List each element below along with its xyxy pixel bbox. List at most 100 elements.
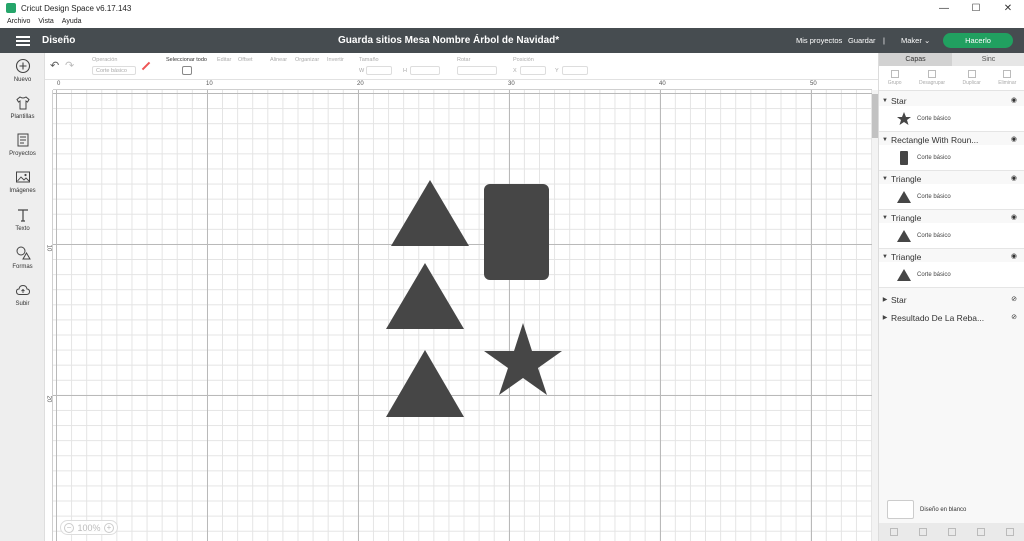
width-input[interactable]	[366, 66, 392, 75]
rounded-rectangle-shape[interactable]	[484, 184, 549, 280]
tab-sync[interactable]: Sinc	[952, 53, 1024, 66]
duplicate-button[interactable]: Duplicar	[962, 66, 981, 90]
triangle-shape[interactable]	[386, 350, 464, 417]
star-shape[interactable]	[484, 323, 562, 395]
tool-projects[interactable]: Proyectos	[0, 132, 45, 168]
machine-selector[interactable]: Maker ⌄	[901, 36, 930, 45]
chevron-down-icon[interactable]: ▼	[879, 215, 891, 221]
layers-panel: Capas Sinc Grupo Desagrupar Duplicar Eli…	[878, 53, 1024, 541]
contour-icon[interactable]	[1006, 528, 1015, 536]
layer-sub-item[interactable]: Corte básico	[879, 223, 1024, 249]
position-x-input[interactable]	[520, 66, 546, 75]
section-title: Diseño	[42, 35, 76, 46]
design-canvas[interactable]	[53, 90, 872, 541]
blank-canvas-item[interactable]: Diseño en blanco	[887, 500, 966, 519]
menu-vista[interactable]: Vista	[38, 18, 53, 25]
layer-sub-item[interactable]: Corte básico	[879, 262, 1024, 288]
menu-ayuda[interactable]: Ayuda	[62, 18, 82, 25]
pen-icon	[141, 61, 151, 71]
window-controls: — ☐ ✕	[928, 0, 1024, 16]
eye-hidden-icon[interactable]: ⊘	[1011, 295, 1017, 303]
delete-button[interactable]: Eliminar	[998, 66, 1016, 90]
tool-upload[interactable]: Subir	[0, 282, 45, 318]
flatten-icon[interactable]	[977, 528, 986, 536]
save-link[interactable]: Guardar	[848, 36, 876, 45]
weld-icon[interactable]	[918, 528, 927, 536]
chevron-down-icon[interactable]: ▼	[879, 137, 891, 143]
triangle-shape[interactable]	[391, 180, 469, 246]
layer-item[interactable]: ▶ Star ⊘	[879, 294, 1024, 305]
layer-operation: Corte básico	[917, 271, 951, 278]
layer-tools: Grupo Desagrupar Duplicar Eliminar	[879, 66, 1024, 91]
slice-icon[interactable]	[889, 528, 898, 536]
tab-layers[interactable]: Capas	[879, 53, 952, 66]
layer-item[interactable]: ▼ Triangle ◉	[879, 212, 1024, 223]
height-input[interactable]	[410, 66, 440, 75]
minimize-button[interactable]: —	[928, 0, 960, 16]
eye-icon[interactable]: ◉	[1011, 96, 1017, 104]
zoom-out-button[interactable]: −	[64, 522, 74, 533]
chevron-right-icon[interactable]: ▶	[879, 314, 891, 321]
attach-icon[interactable]	[947, 528, 956, 536]
group-button[interactable]: Grupo	[888, 66, 902, 90]
menu-archivo[interactable]: Archivo	[7, 18, 30, 25]
hamburger-menu-icon[interactable]	[16, 36, 30, 46]
layer-item[interactable]: ▼ Triangle ◉	[879, 251, 1024, 262]
align-label: Alinear	[270, 57, 288, 63]
tool-images[interactable]: Imágenes	[0, 169, 45, 205]
layer-name: Star	[891, 294, 907, 305]
eye-icon[interactable]: ◉	[1011, 174, 1017, 182]
close-button[interactable]: ✕	[992, 0, 1024, 16]
eye-icon[interactable]: ◉	[1011, 213, 1017, 221]
eye-icon[interactable]: ◉	[1011, 252, 1017, 260]
duplicate-label: Duplicar	[962, 80, 981, 86]
group-icon	[890, 70, 899, 78]
rotate-label: Rotar	[457, 57, 471, 63]
eye-icon[interactable]: ◉	[1011, 135, 1017, 143]
pos-x-label: X	[513, 68, 517, 74]
chevron-down-icon[interactable]: ▼	[879, 254, 891, 260]
ruler-top-label: 20	[357, 81, 364, 87]
layer-sub-item[interactable]: Corte básico	[879, 106, 1024, 132]
tool-text[interactable]: Texto	[0, 207, 45, 243]
chevron-down-icon[interactable]: ▼	[879, 176, 891, 182]
ungroup-label: Desagrupar	[918, 80, 946, 86]
project-title: Guarda sitios Mesa Nombre Árbol de Navid…	[338, 35, 560, 46]
rotate-input[interactable]	[457, 66, 497, 75]
app-header: Diseño Guarda sitios Mesa Nombre Árbol d…	[0, 28, 1024, 53]
pos-y-label: Y	[555, 68, 559, 74]
chevron-down-icon: ⌄	[923, 36, 931, 45]
make-it-button[interactable]: Hacerlo	[943, 33, 1013, 48]
layer-item[interactable]: ▼ Star ◉	[879, 95, 1024, 106]
zoom-in-button[interactable]: +	[104, 522, 114, 533]
ruler-top-label: 40	[659, 81, 666, 87]
layer-sub-item[interactable]: Corte básico	[879, 184, 1024, 210]
menu-bar: Archivo Vista Ayuda	[0, 16, 1024, 27]
triangle-shape[interactable]	[386, 263, 464, 329]
layer-item[interactable]: ▶ Resultado De La Reba... ⊘	[879, 312, 1024, 323]
layer-operation: Corte básico	[917, 154, 951, 161]
redo-icon[interactable]: ↷	[65, 59, 74, 72]
layer-item[interactable]: ▼ Rectangle With Roun... ◉	[879, 134, 1024, 145]
ruler-top-label: 10	[206, 81, 213, 87]
chevron-right-icon[interactable]: ▶	[879, 296, 891, 303]
ungroup-button[interactable]: Desagrupar	[919, 66, 945, 90]
shirt-icon	[15, 96, 30, 110]
my-projects-link[interactable]: Mis proyectos	[796, 36, 842, 45]
tool-templates[interactable]: Plantillas	[0, 95, 45, 131]
tool-label: Texto	[15, 226, 30, 232]
select-all-button[interactable]	[182, 66, 192, 75]
layer-sub-item[interactable]: Corte básico	[879, 145, 1024, 171]
layer-item[interactable]: ▼ Triangle ◉	[879, 173, 1024, 184]
triangle-thumbnail	[897, 190, 911, 203]
operation-label: Operación	[92, 57, 118, 63]
chevron-down-icon[interactable]: ▼	[879, 98, 891, 104]
tool-shapes[interactable]: Formas	[0, 245, 45, 281]
size-label: Tamaño	[359, 57, 379, 63]
undo-icon[interactable]: ↶	[50, 59, 59, 72]
operation-select[interactable]: Corte básico	[92, 66, 136, 75]
maximize-button[interactable]: ☐	[960, 0, 992, 16]
position-y-input[interactable]	[562, 66, 588, 75]
eye-hidden-icon[interactable]: ⊘	[1011, 313, 1017, 321]
tool-new[interactable]: Nuevo	[0, 58, 45, 94]
